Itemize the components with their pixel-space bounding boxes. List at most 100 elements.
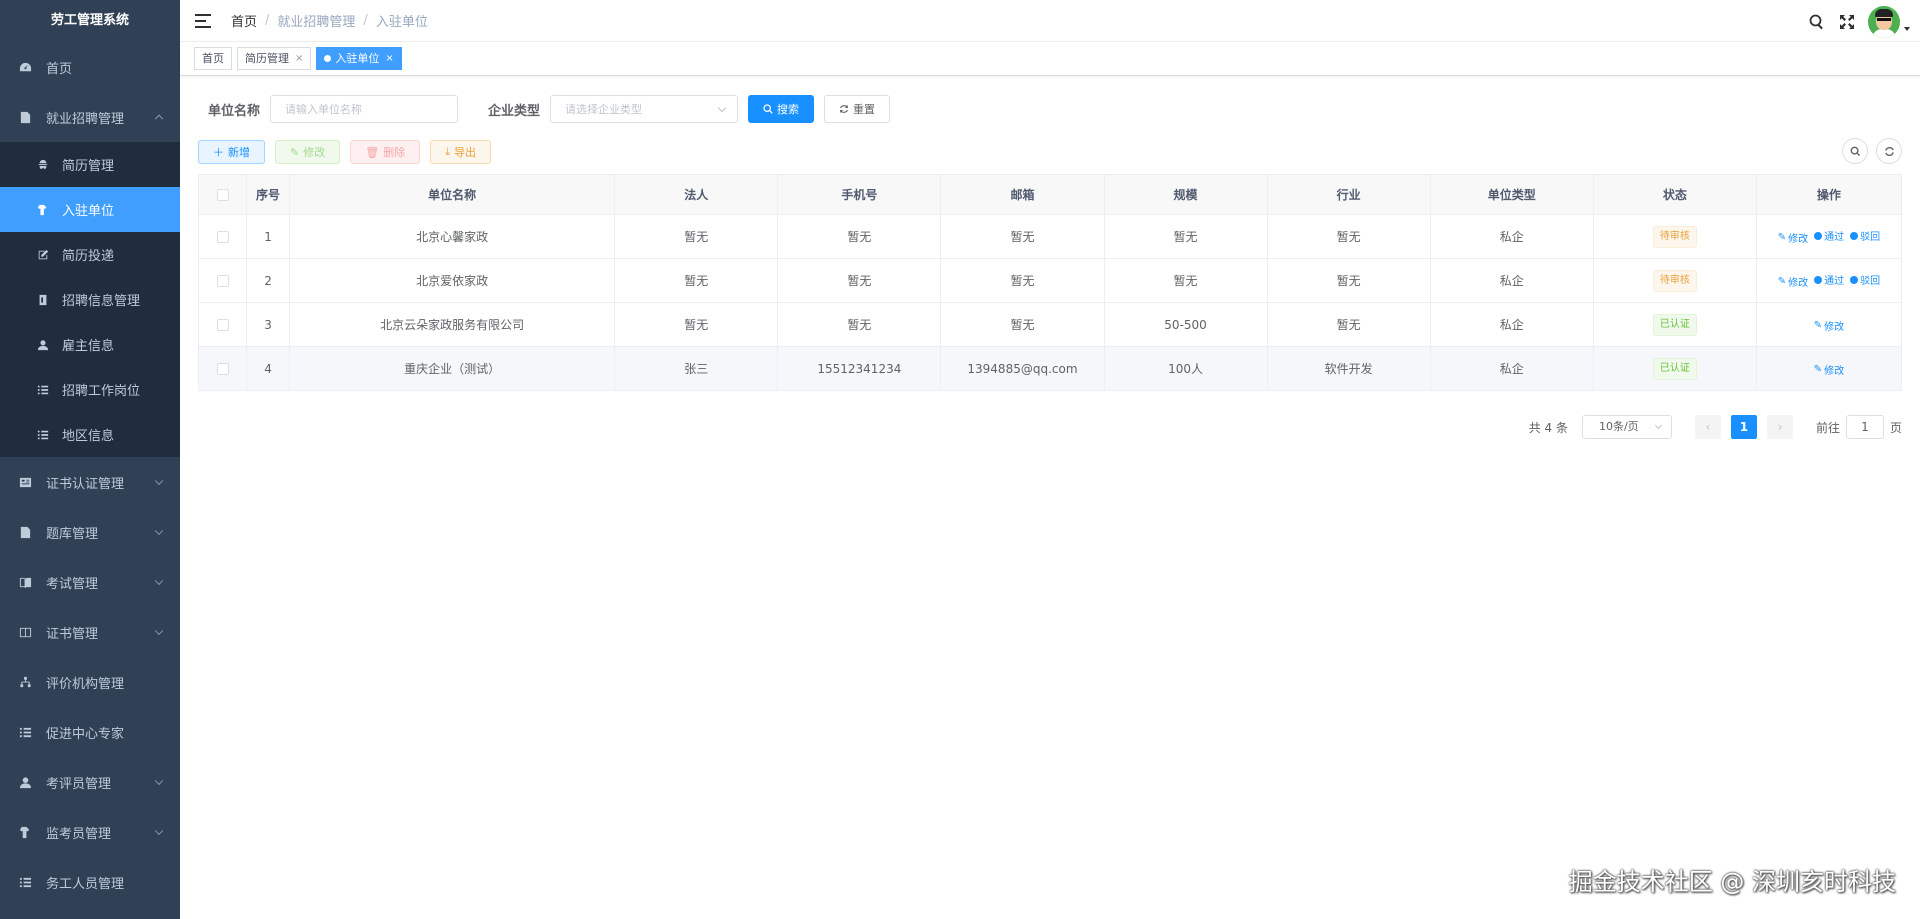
sidebar-subitem-label: 地区信息	[62, 429, 115, 444]
table-cell: 3	[246, 302, 291, 347]
sidebar-subitem[interactable]: 雇主信息	[0, 322, 180, 367]
table-row[interactable]: 4 重庆企业（测试） 张三 15512341234 1394885@qq.com 100人…	[197, 346, 1903, 391]
approve-row-button[interactable]: 通过	[1814, 272, 1844, 287]
book-icon	[18, 575, 32, 589]
tag-label: 简历管理	[245, 52, 289, 65]
sidebar-subitem[interactable]: 入驻单位	[0, 187, 180, 232]
sidebar-item[interactable]: 考评员管理	[0, 757, 180, 807]
reject-row-button[interactable]: 驳回	[1850, 228, 1880, 243]
add-button[interactable]: ＋ 新增	[198, 140, 265, 164]
edit-button[interactable]: ✎ 修改	[275, 140, 341, 164]
add-button-label: 新增	[228, 146, 250, 159]
edit-icon	[36, 248, 50, 262]
toggle-search-button[interactable]	[1842, 138, 1868, 164]
page-size-select[interactable]: 10条/页	[1581, 415, 1672, 439]
close-icon[interactable]: ×	[295, 48, 303, 69]
next-page-button[interactable]: ›	[1766, 415, 1793, 439]
tag-item[interactable]: 首页	[194, 47, 232, 70]
sidebar-subitem-label: 简历投递	[62, 249, 115, 264]
table-row[interactable]: 3 北京云朵家政服务有限公司 暂无 暂无 暂无 50-500 暂无 私企 已认证 ✎ 修改	[197, 302, 1903, 347]
close-icon[interactable]: ×	[385, 48, 393, 69]
caret-down-icon[interactable]	[1904, 27, 1910, 31]
sidebar-subitem-label: 招聘信息管理	[62, 294, 141, 309]
fullscreen-icon[interactable]	[1838, 13, 1856, 31]
hamburger-icon[interactable]	[195, 13, 211, 28]
table-cell: 张三	[614, 346, 779, 391]
row-select-cell[interactable]	[197, 258, 248, 303]
avatar[interactable]	[1868, 6, 1900, 38]
table-cell: 北京心馨家政	[289, 214, 616, 259]
sidebar-subitem[interactable]: 简历管理	[0, 142, 180, 187]
tag-item[interactable]: 简历管理 ×	[237, 47, 312, 70]
navbar-right	[1808, 6, 1910, 38]
row-select-cell[interactable]	[197, 302, 248, 347]
prev-page-button[interactable]: ‹	[1694, 415, 1721, 439]
user-icon	[36, 338, 50, 352]
edit-row-button[interactable]: ✎ 修改	[1814, 362, 1844, 377]
refresh-table-button[interactable]	[1876, 138, 1902, 164]
sidebar-item[interactable]: 促进中心专家	[0, 707, 180, 757]
table-cell: 暂无	[614, 302, 779, 347]
list-icon	[36, 383, 50, 397]
select-all-cell[interactable]	[197, 174, 248, 215]
sidebar-item[interactable]: 评价机构管理	[0, 657, 180, 707]
refresh-icon	[1884, 146, 1894, 156]
edit-button-label: 修改	[303, 146, 326, 159]
document-icon	[18, 525, 32, 539]
table-cell: 1394885@qq.com	[940, 346, 1105, 391]
select-all-checkbox[interactable]	[216, 189, 229, 201]
chevron-down-icon	[1654, 421, 1663, 430]
search-button[interactable]: 搜索	[748, 95, 815, 123]
table-cell: 北京爱依家政	[289, 258, 616, 303]
row-checkbox[interactable]	[216, 275, 229, 287]
form-icon	[18, 475, 32, 489]
table-cell: 重庆企业（测试）	[289, 346, 616, 391]
goto-page-input[interactable]: 1	[1845, 415, 1884, 439]
sidebar-item[interactable]: 题库管理	[0, 507, 180, 557]
reset-button[interactable]: 重置	[824, 95, 891, 123]
table-cell: 暂无	[1103, 258, 1268, 303]
table-row[interactable]: 1 北京心馨家政 暂无 暂无 暂无 暂无 暂无 私企 待审核 ✎ 修改 通过 驳回	[197, 214, 1903, 259]
table-cell: 北京云朵家政服务有限公司	[289, 302, 616, 347]
sidebar-item[interactable]: 监考员管理	[0, 807, 180, 857]
edit-icon: ✎	[1777, 275, 1787, 287]
row-select-cell[interactable]	[197, 214, 248, 259]
delete-button[interactable]: 🗑 删除	[350, 140, 421, 164]
row-checkbox[interactable]	[216, 319, 229, 331]
sidebar-item[interactable]: 务工人员管理	[0, 857, 180, 907]
reject-row-button[interactable]: 驳回	[1850, 272, 1880, 287]
company-type-placeholder: 请选择企业类型	[565, 103, 643, 116]
sidebar-item[interactable]: 考试管理	[0, 557, 180, 607]
sidebar-subitem[interactable]: 招聘信息管理	[0, 277, 180, 322]
tag-item[interactable]: 入驻单位 ×	[316, 47, 402, 70]
approve-row-button[interactable]: 通过	[1814, 228, 1844, 243]
table-body: 1 北京心馨家政 暂无 暂无 暂无 暂无 暂无 私企 待审核 ✎ 修改 通过 驳回 2 北京爱依家政 暂无 暂无…	[197, 214, 1903, 391]
table-cell: 暂无	[940, 214, 1105, 259]
unit-name-input[interactable]	[270, 95, 459, 123]
status-badge: 待审核	[1652, 269, 1697, 292]
document-icon	[18, 110, 32, 124]
sidebar-subitem[interactable]: 简历投递	[0, 232, 180, 277]
sidebar-item-label: 务工人员管理	[46, 876, 125, 892]
table-cell: 暂无	[1266, 302, 1431, 347]
sidebar-item[interactable]: 首页	[0, 42, 180, 92]
search-icon[interactable]	[1808, 13, 1826, 31]
sidebar-item[interactable]: 证书认证管理	[0, 457, 180, 507]
table-row[interactable]: 2 北京爱依家政 暂无 暂无 暂无 暂无 暂无 私企 待审核 ✎ 修改 通过 驳回	[197, 258, 1903, 303]
right-toolbar	[1834, 138, 1902, 164]
page-number-button[interactable]: 1	[1730, 415, 1757, 439]
row-checkbox[interactable]	[216, 363, 229, 375]
sidebar-item[interactable]: 证书管理	[0, 607, 180, 657]
edit-row-button[interactable]: ✎ 修改	[1778, 274, 1808, 289]
company-type-select[interactable]: 请选择企业类型	[550, 95, 739, 123]
sidebar-item-label: 促进中心专家	[46, 726, 125, 742]
sidebar-subitem[interactable]: 招聘工作岗位	[0, 367, 180, 412]
edit-row-button[interactable]: ✎ 修改	[1778, 230, 1808, 245]
row-checkbox[interactable]	[216, 231, 229, 243]
row-select-cell[interactable]	[197, 346, 248, 391]
edit-row-button[interactable]: ✎ 修改	[1814, 318, 1844, 333]
sidebar-subitem[interactable]: 地区信息	[0, 412, 180, 457]
sidebar-item[interactable]: 就业招聘管理	[0, 92, 180, 142]
export-button[interactable]: ⤓ 导出	[430, 140, 492, 164]
breadcrumb-home[interactable]: 首页	[231, 11, 257, 30]
